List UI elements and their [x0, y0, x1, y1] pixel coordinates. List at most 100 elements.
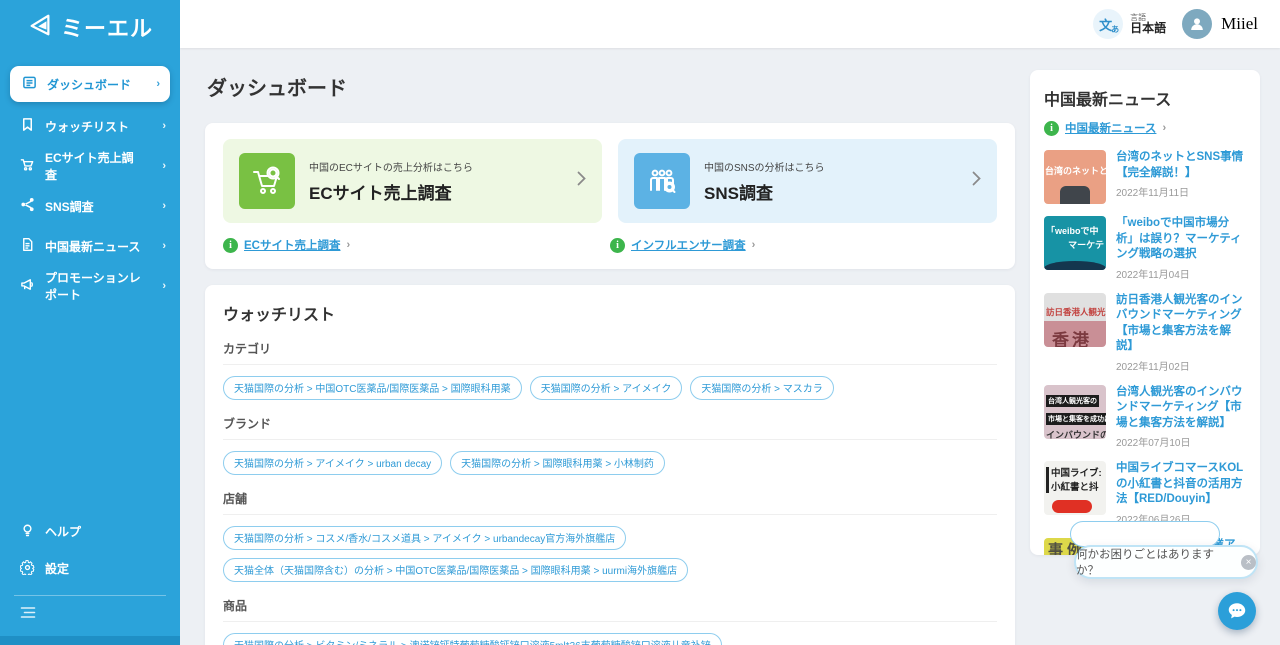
- close-icon[interactable]: [1241, 554, 1256, 570]
- watchlist-chips-brand: 天猫国際の分析 > アイメイク > urban decay 天猫国際の分析 > …: [223, 451, 997, 475]
- watchlist-chips-store: 天猫国際の分析 > コスメ/香水/コスメ道具 > アイメイク > urbande…: [223, 526, 997, 582]
- megaphone-icon: [20, 277, 35, 295]
- sidebar-item-dashboard[interactable]: ダッシュボード ›: [10, 66, 170, 102]
- news-thumbnail: 台湾人観光客の 市場と集客を成功に インバウンドの: [1044, 384, 1106, 439]
- chat-tooltip-text: 何かお困りごとはありますか？: [1076, 549, 1214, 577]
- news-item[interactable]: 「weiboで中 マーケテ 「weiboで中国市場分析」は誤り？マーケティング戦…: [1044, 216, 1246, 281]
- news-item-title: 中国ライブコマースKOLの小紅書と抖音の活用方法【RED/Douyin】: [1116, 462, 1244, 506]
- news-item-title: 台湾人観光客のインバウンドマーケティング【市場と集客方法を解説】: [1116, 385, 1243, 429]
- gear-icon: [19, 559, 35, 578]
- thumb-text: 「weiboで中: [1046, 226, 1099, 236]
- watchlist-chip[interactable]: 天猫国際の分析 > コスメ/香水/コスメ道具 > アイメイク > urbande…: [223, 526, 627, 550]
- watchlist-chip[interactable]: 天猫国際の分析 > 中国OTC医薬品/国際医薬品 > 国際眼科用薬: [223, 376, 522, 400]
- chevron-right-icon: ›: [1162, 122, 1167, 134]
- sidebar-item-ec-survey[interactable]: ECサイト売上調査 ›: [0, 146, 180, 186]
- watchlist-group-label-product: 商品: [223, 586, 997, 622]
- chevron-right-icon: ›: [162, 120, 166, 132]
- card-caption: 中国のSNSの分析はこちら: [704, 162, 825, 174]
- watchlist-chip[interactable]: 天猫全体（天猫国際含む）の分析 > 中国OTC医薬品/国際医薬品 > 国際眼科用…: [223, 558, 689, 582]
- chevron-right-icon: ›: [156, 78, 160, 90]
- topbar: 文 あ 言語 日本語 Miiel: [180, 0, 1280, 48]
- watchlist-chip[interactable]: 天猫国際の分析 > ビタミン/ミネラル > 澳诺锌钙特葡萄糖酸钙锌口溶液5ml*…: [223, 633, 722, 645]
- news-item[interactable]: 中国ライブ: 小紅書と抖 中国ライブコマースKOLの小紅書と抖音の活用方法【RE…: [1044, 461, 1246, 526]
- news-item-title: 訪日香港人観光客のインバウンドマーケティング【市場と集客方法を解説】: [1116, 293, 1243, 353]
- watchlist-group-label-category: カテゴリ: [223, 329, 997, 365]
- news-item[interactable]: 台湾のネットと 台湾のネットとSNS事情【完全解説！】 2022年11月11日: [1044, 150, 1246, 204]
- news-item-date: 2022年11月11日: [1116, 188, 1190, 200]
- language-texts: 言語 日本語: [1130, 13, 1166, 36]
- sns-survey-card[interactable]: 中国のSNSの分析はこちら SNS調査: [618, 139, 997, 223]
- sidebar-divider: [14, 595, 166, 596]
- sidebar: ミーエル ダッシュボード › ウォッチリスト › ECサイト売上調査 › SNS…: [0, 0, 180, 645]
- collapse-menu-icon: [20, 606, 36, 623]
- news-meta: 台湾のネットとSNS事情【完全解説！】 2022年11月11日: [1116, 150, 1246, 204]
- watchlist-chips-product: 天猫国際の分析 > ビタミン/ミネラル > 澳诺锌钙特葡萄糖酸钙锌口溶液5ml*…: [223, 633, 997, 645]
- sidebar-item-promotion-report[interactable]: プロモーションレポート ›: [0, 266, 180, 306]
- thumb-text: 市場と集客を成功に: [1046, 412, 1106, 425]
- quick-cards-panel: 中国のECサイトの売上分析はこちら ECサイト売上調査 中国のSNSの分析はこち…: [205, 123, 1015, 269]
- chevron-right-icon: ›: [162, 280, 166, 292]
- news-thumbnail: 台湾のネットと: [1044, 150, 1106, 204]
- card-links-row: ECサイト売上調査 › インフルエンサー調査 ›: [223, 237, 997, 253]
- chat-tooltip: 何かお困りごとはありますか？: [1074, 545, 1258, 579]
- thumb-text: 台湾のネットと: [1045, 166, 1106, 176]
- watchlist-panel: ウォッチリスト カテゴリ 天猫国際の分析 > 中国OTC医薬品/国際医薬品 > …: [205, 285, 1015, 645]
- sidebar-item-label: ダッシュボード: [47, 77, 132, 92]
- sidebar-item-label: 中国最新ニュース: [45, 239, 141, 254]
- thumb-text: 中国ライブ:: [1051, 468, 1102, 480]
- watchlist-chips-category: 天猫国際の分析 > 中国OTC医薬品/国際医薬品 > 国際眼科用薬 天猫国際の分…: [223, 376, 997, 400]
- card-title: SNS調査: [704, 183, 773, 203]
- news-item[interactable]: 台湾人観光客の 市場と集客を成功に インバウンドの 台湾人観光客のインバウンドマ…: [1044, 384, 1246, 450]
- sidebar-item-watchlist[interactable]: ウォッチリスト ›: [0, 106, 180, 146]
- bookmark-icon: [20, 117, 35, 135]
- translate-icon-subglyph: あ: [1111, 25, 1120, 34]
- news-meta: 訪日香港人観光客のインバウンドマーケティング【市場と集客方法を解説】 2022年…: [1116, 293, 1246, 373]
- sidebar-item-settings[interactable]: 設定: [0, 550, 180, 587]
- chevron-right-icon: ›: [346, 239, 351, 251]
- user-menu[interactable]: Miiel: [1182, 9, 1258, 39]
- watchlist-chip[interactable]: 天猫国際の分析 > アイメイク > urban decay: [223, 451, 443, 475]
- news-thumbnail: 中国ライブ: 小紅書と抖: [1044, 461, 1106, 516]
- share-icon: [20, 197, 35, 215]
- thumb-text: 台湾人観光客の: [1046, 394, 1099, 407]
- translate-icon: 文 あ: [1093, 9, 1124, 39]
- dashboard-icon: [22, 75, 37, 93]
- sidebar-item-help[interactable]: ヘルプ: [0, 513, 180, 550]
- watchlist-chip[interactable]: 天猫国際の分析 > 国際眼科用薬 > 小林制药: [450, 451, 665, 475]
- chat-launcher-button[interactable]: [1218, 592, 1256, 630]
- chevron-right-icon: ›: [751, 239, 756, 251]
- ec-survey-card[interactable]: 中国のECサイトの売上分析はこちら ECサイト売上調査: [223, 139, 602, 223]
- sidebar-collapse-button[interactable]: [0, 598, 180, 636]
- sidebar-item-label: 設定: [45, 562, 70, 576]
- thumb-text: 香港: [1052, 330, 1092, 347]
- thumb-text: マーケテ: [1068, 240, 1104, 250]
- card-text: 中国のSNSの分析はこちら SNS調査: [704, 159, 825, 204]
- watchlist-chip[interactable]: 天猫国際の分析 > アイメイク: [529, 376, 683, 400]
- language-switcher[interactable]: 文 あ 言語 日本語: [1093, 9, 1166, 39]
- card-text: 中国のECサイトの売上分析はこちら ECサイト売上調査: [309, 159, 473, 204]
- watchlist-group-label-store: 店舗: [223, 479, 997, 515]
- news-item[interactable]: 訪日香港人観光 香港 訪日香港人観光客のインバウンドマーケティング【市場と集客方…: [1044, 292, 1246, 373]
- right-column: 中国最新ニュース 中国最新ニュース › 台湾のネットと 台湾のネットとSNS事情…: [1030, 70, 1260, 555]
- sidebar-item-label: ヘルプ: [45, 525, 82, 539]
- influencer-survey-link[interactable]: インフルエンサー調査: [631, 237, 746, 253]
- logo-icon: [27, 12, 53, 43]
- avatar: [1182, 9, 1213, 39]
- thumb-text: インバウンドの: [1046, 429, 1106, 439]
- news-item-title: 「weiboで中国市場分析」は誤り？マーケティング戦略の選択: [1116, 217, 1242, 261]
- sidebar-item-china-news[interactable]: 中国最新ニュース ›: [0, 226, 180, 266]
- china-news-title: 中国最新ニュース: [1044, 92, 1172, 109]
- chevron-right-icon: ›: [162, 160, 166, 172]
- sidebar-item-label: SNS調査: [45, 199, 94, 214]
- sidebar-item-sns-survey[interactable]: SNS調査 ›: [0, 186, 180, 226]
- user-name: Miiel: [1221, 14, 1258, 33]
- document-icon: [20, 237, 35, 255]
- app-logo[interactable]: ミーエル: [0, 0, 180, 54]
- watchlist-chip[interactable]: 天猫国際の分析 > マスカラ: [690, 376, 834, 400]
- ec-survey-link[interactable]: ECサイト売上調査: [244, 237, 340, 253]
- sidebar-item-label: ECサイト売上調査: [45, 151, 134, 182]
- info-icon: [223, 237, 238, 253]
- china-news-link[interactable]: 中国最新ニュース: [1065, 120, 1156, 136]
- news-more-button[interactable]: [1070, 521, 1220, 547]
- news-item-date: 2022年07月10日: [1116, 438, 1191, 450]
